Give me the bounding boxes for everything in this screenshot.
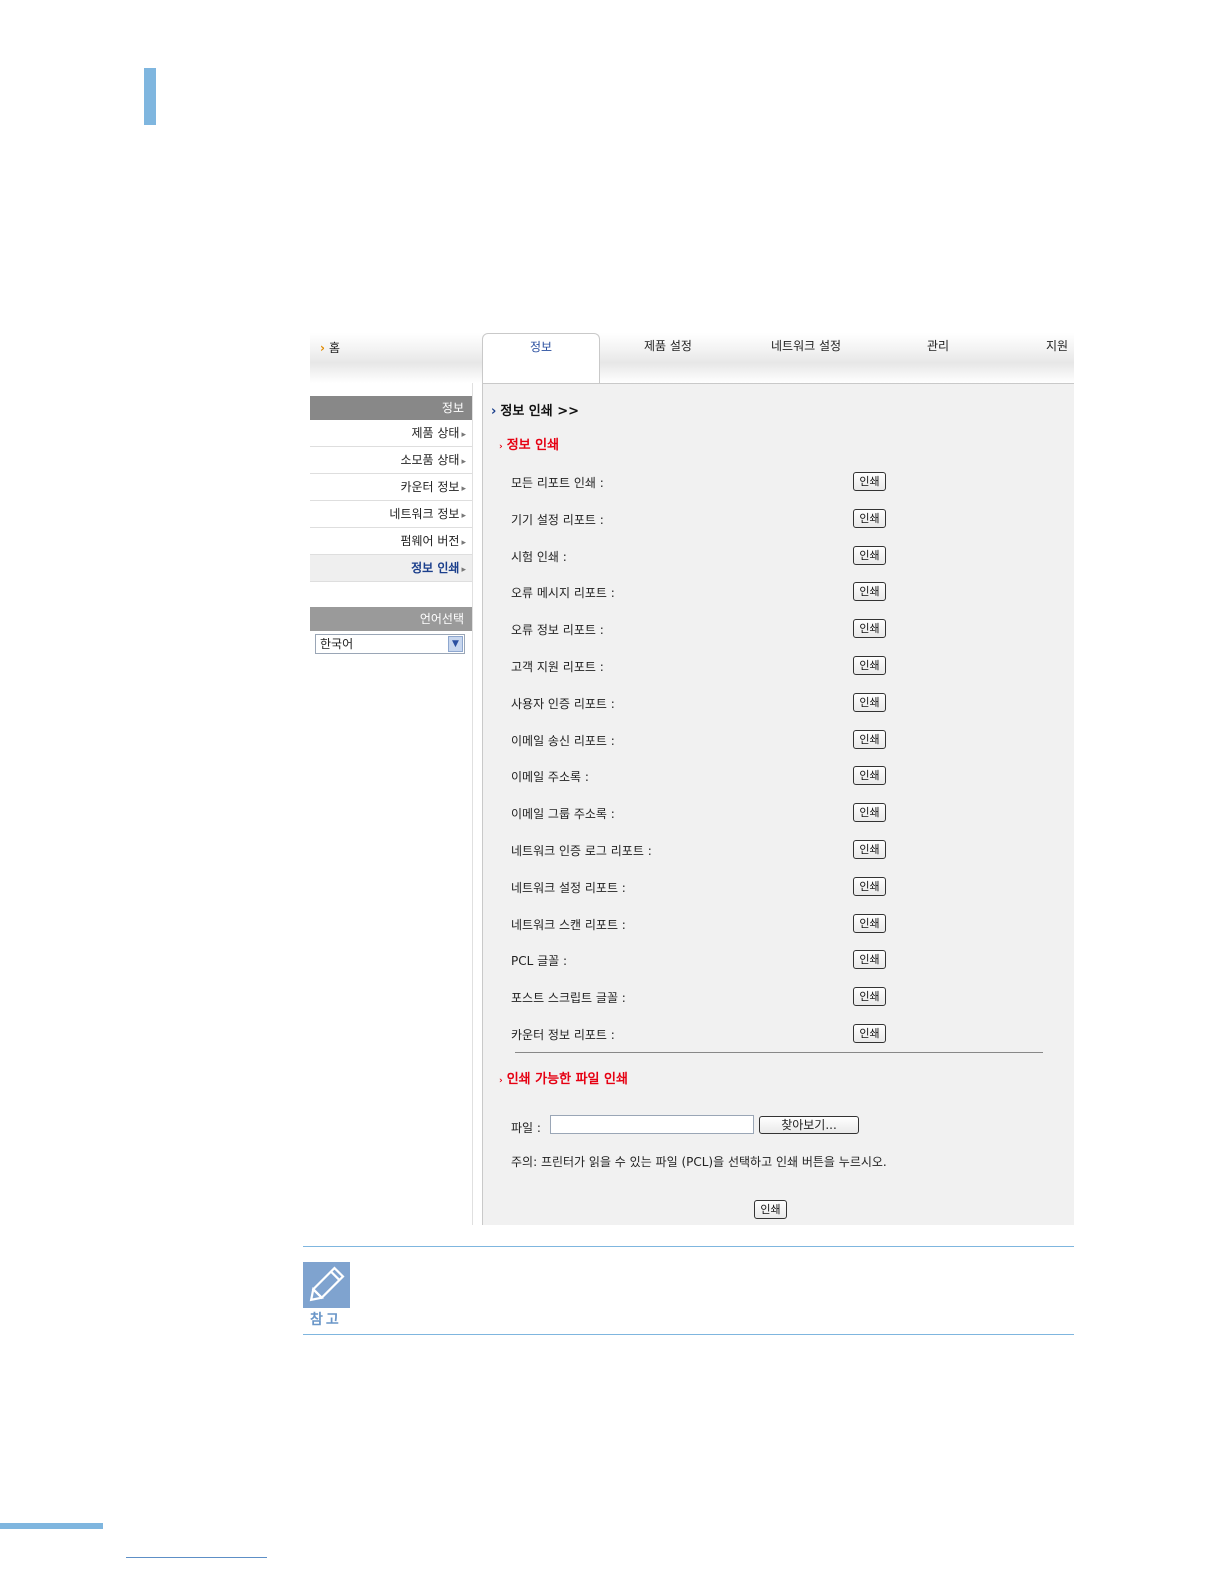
report-label: 모든 리포트 인쇄 : <box>511 476 604 490</box>
sidebar-item-label: 소모품 상태 <box>400 453 460 467</box>
footer-rule <box>126 1557 267 1558</box>
note-bottom-rule <box>303 1334 1074 1335</box>
report-label: 이메일 주소록 : <box>511 770 589 785</box>
arrow-icon: › <box>491 404 497 419</box>
print-report-button[interactable]: 인쇄 <box>853 950 886 970</box>
print-report-button[interactable]: 인쇄 <box>853 803 886 823</box>
print-report-button[interactable]: 인쇄 <box>853 840 886 859</box>
file-label: 파일 : <box>511 1121 541 1135</box>
note-top-rule <box>303 1246 1074 1247</box>
tab-management[interactable]: 관리 <box>927 337 949 354</box>
file-input[interactable] <box>550 1115 754 1134</box>
chevron-right-icon: ▸ <box>461 538 466 548</box>
chevron-right-icon: ▸ <box>461 511 466 521</box>
main-panel: › 정보 인쇄 >> › 정보 인쇄 모든 리포트 인쇄 : 인쇄 기기 설정 리포트 … <box>482 383 1074 1225</box>
print-report-button[interactable]: 인쇄 <box>853 766 886 786</box>
print-report-button[interactable]: 인쇄 <box>853 472 886 491</box>
page-title: › 정보 인쇄 >> <box>491 404 580 419</box>
print-report-button[interactable]: 인쇄 <box>853 582 886 602</box>
nav-home-label: 홈 <box>328 341 340 355</box>
report-label: PCL 글꼴 : <box>511 954 568 969</box>
top-nav: › 홈 정보 제품 설정 네트워크 설정 관리 지원 <box>310 333 1074 383</box>
sidebar-item-counter-info[interactable]: 카운터 정보 ▸ <box>310 474 472 501</box>
report-label: 시험 인쇄 : <box>511 549 567 564</box>
sidebar-item-label: 정보 인쇄 <box>411 561 460 575</box>
report-label: 이메일 그룹 주소록 : <box>511 807 615 822</box>
print-report-button[interactable]: 인쇄 <box>853 619 886 639</box>
sidebar-item-print-info[interactable]: 정보 인쇄 ▸ <box>310 555 472 582</box>
nav-home-link[interactable]: › 홈 <box>320 339 340 356</box>
report-label: 사용자 인증 리포트 : <box>511 696 615 711</box>
instruction-text: 주의: 프린터가 읽을 수 있는 파일 (PCL)을 선택하고 인쇄 버튼을 누… <box>511 1155 887 1169</box>
note-label: 참고 <box>310 1312 342 1328</box>
sidebar-item-firmware-version[interactable]: 펌웨어 버전 ▸ <box>310 528 472 555</box>
report-label: 오류 정보 리포트 : <box>511 623 604 638</box>
report-label: 네트워크 설정 리포트 : <box>511 880 626 895</box>
print-report-button[interactable]: 인쇄 <box>853 987 886 1007</box>
report-label: 기기 설정 리포트 : <box>511 512 604 527</box>
sidebar-item-network-info[interactable]: 네트워크 정보 ▸ <box>310 501 472 528</box>
print-report-button[interactable]: 인쇄 <box>853 913 886 933</box>
divider <box>515 1052 1043 1053</box>
section-title-file-print: › 인쇄 가능한 파일 인쇄 <box>499 1072 628 1087</box>
chevron-right-icon: ▸ <box>461 457 466 467</box>
pencil-icon <box>303 1262 350 1308</box>
sidebar-item-label: 카운터 정보 <box>400 480 460 494</box>
tab-info[interactable]: 정보 <box>482 333 600 383</box>
language-header: 언어선택 <box>310 607 472 631</box>
tab-network-settings[interactable]: 네트워크 설정 <box>771 337 841 354</box>
browse-button[interactable]: 찾아보기... <box>759 1116 859 1134</box>
print-report-button[interactable]: 인쇄 <box>853 545 886 565</box>
arrow-icon: › <box>320 340 325 355</box>
print-report-button[interactable]: 인쇄 <box>853 729 886 749</box>
print-report-button[interactable]: 인쇄 <box>853 876 886 896</box>
language-select[interactable]: 한국어 ▼ <box>315 634 465 654</box>
report-label: 네트워크 스캔 리포트 : <box>511 917 626 932</box>
sidebar-item-supplies-status[interactable]: 소모품 상태 ▸ <box>310 447 472 474</box>
print-report-button[interactable]: 인쇄 <box>853 692 886 712</box>
sidebar: 정보 제품 상태 ▸ 소모품 상태 ▸ 카운터 정보 ▸ 네트워크 정보 ▸ 펌웨어 버… <box>310 383 473 1225</box>
sidebar-item-label: 펌웨어 버전 <box>400 534 460 548</box>
arrow-icon: › <box>499 1076 503 1086</box>
language-value: 한국어 <box>320 637 354 651</box>
chevron-right-icon: ▸ <box>461 484 466 494</box>
chevron-right-icon: ▸ <box>461 565 466 575</box>
print-report-button[interactable]: 인쇄 <box>853 508 886 528</box>
tab-support[interactable]: 지원 <box>1046 337 1068 354</box>
report-label: 네트워크 인증 로그 리포트 : <box>511 844 652 858</box>
print-report-button[interactable]: 인쇄 <box>853 656 886 675</box>
chevron-right-icon: ▸ <box>461 430 466 440</box>
print-report-button[interactable]: 인쇄 <box>853 1024 886 1043</box>
report-label: 오류 메시지 리포트 : <box>511 586 615 601</box>
report-label: 카운터 정보 리포트 : <box>511 1028 615 1042</box>
section-title-info-print: › 정보 인쇄 <box>499 438 560 453</box>
report-label: 고객 지원 리포트 : <box>511 660 604 674</box>
arrow-icon: › <box>499 442 503 452</box>
chevron-down-icon: ▼ <box>448 636 463 652</box>
sidebar-item-label: 제품 상태 <box>411 426 460 440</box>
footer-accent-bar <box>0 1523 103 1529</box>
chapter-marker <box>144 68 156 125</box>
tab-product-settings[interactable]: 제품 설정 <box>644 337 692 354</box>
sidebar-item-label: 네트워크 정보 <box>389 507 460 521</box>
report-label: 포스트 스크립트 글꼴 : <box>511 991 626 1006</box>
sidebar-header: 정보 <box>310 396 472 420</box>
sidebar-item-product-status[interactable]: 제품 상태 ▸ <box>310 420 472 447</box>
print-file-button[interactable]: 인쇄 <box>754 1200 787 1219</box>
report-label: 이메일 송신 리포트 : <box>511 733 615 748</box>
